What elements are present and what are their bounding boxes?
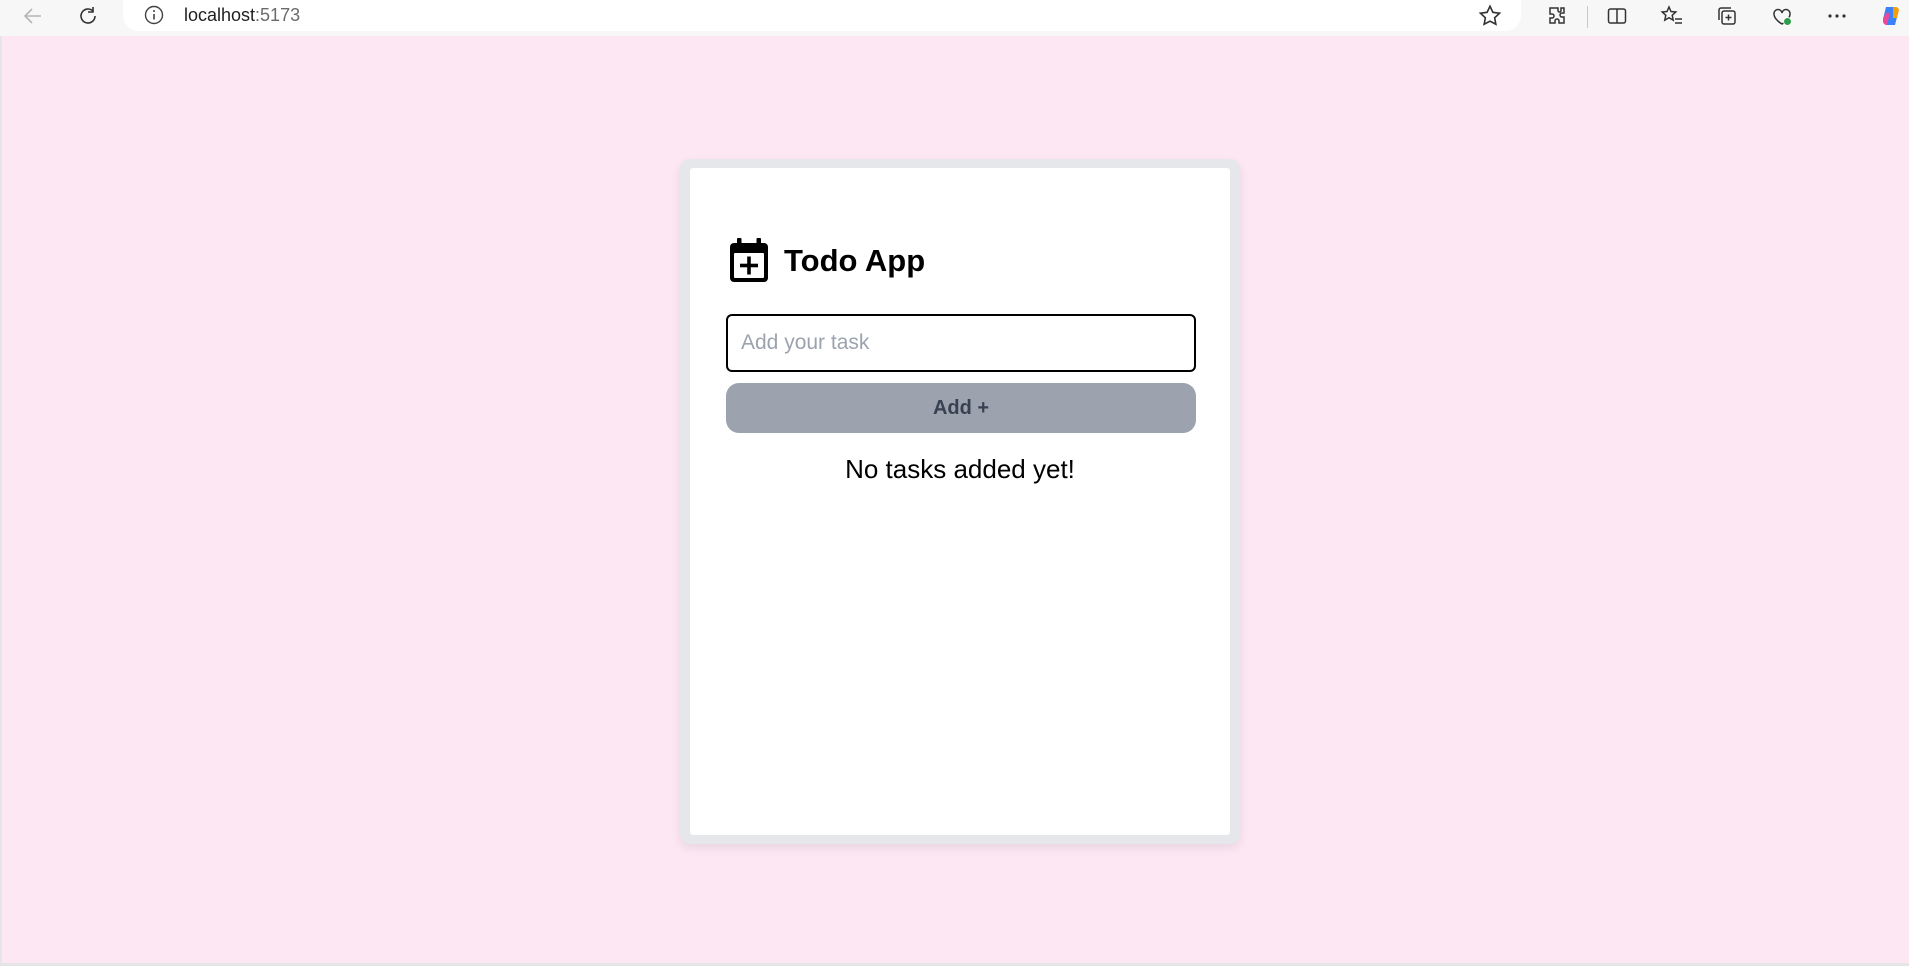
favorite-star-icon[interactable] <box>1477 3 1503 29</box>
site-info-icon[interactable] <box>143 4 165 26</box>
task-input[interactable] <box>726 314 1196 372</box>
address-bar[interactable]: localhost:5173 <box>123 0 1521 31</box>
toolbar-divider <box>1587 6 1588 28</box>
app-header: Todo App <box>728 238 925 283</box>
empty-state-message: No tasks added yet! <box>845 454 1075 484</box>
extensions-icon[interactable] <box>1539 0 1575 32</box>
collections-icon[interactable] <box>1709 0 1745 32</box>
copilot-icon[interactable] <box>1873 0 1909 32</box>
app-title: Todo App <box>784 242 926 278</box>
split-screen-icon[interactable] <box>1599 0 1635 32</box>
todo-card-frame: Todo App Add + No tasks added yet! <box>680 159 1240 844</box>
todo-card: Todo App Add + No tasks added yet! <box>690 168 1230 835</box>
back-icon[interactable] <box>15 0 51 32</box>
url-text[interactable]: localhost:5173 <box>184 5 300 26</box>
more-options-icon[interactable] <box>1819 0 1855 32</box>
url-host: localhost <box>184 5 256 25</box>
browser-toolbar: localhost:5173 <box>0 0 1909 36</box>
browser-essentials-icon[interactable] <box>1764 0 1800 32</box>
favorites-icon[interactable] <box>1654 0 1690 32</box>
page-viewport: Todo App Add + No tasks added yet! <box>0 36 1909 966</box>
url-port: :5173 <box>255 5 301 25</box>
add-task-button[interactable]: Add + <box>726 383 1196 433</box>
calendar-plus-icon <box>730 238 768 282</box>
refresh-icon[interactable] <box>70 0 106 32</box>
